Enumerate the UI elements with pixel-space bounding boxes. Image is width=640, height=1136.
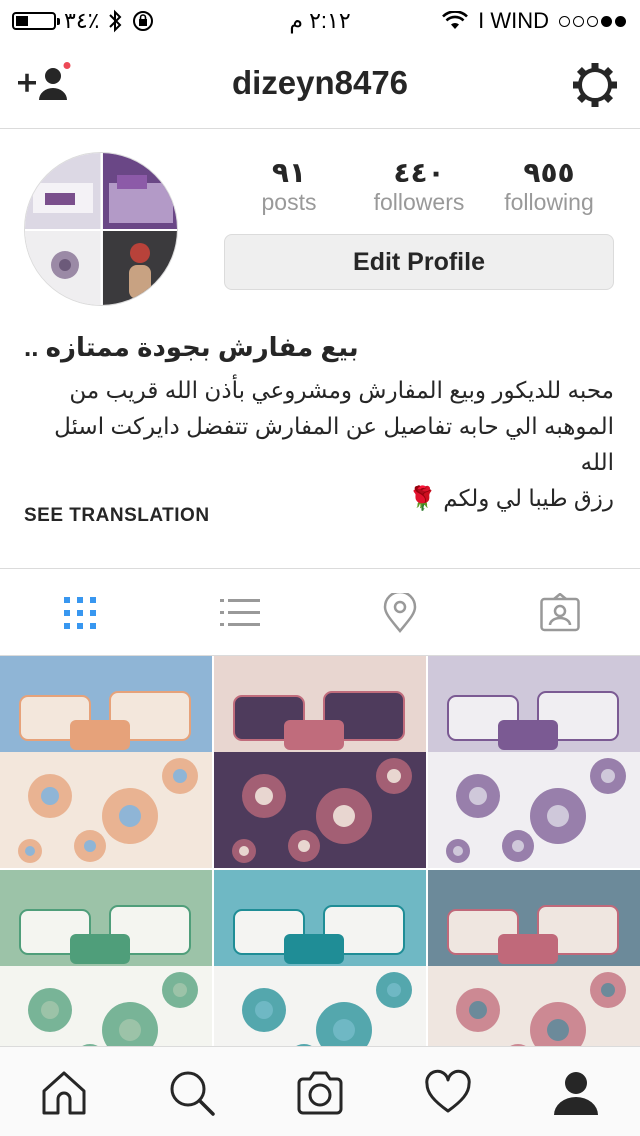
post-thumbnail[interactable]: [214, 656, 426, 868]
avatar[interactable]: [24, 152, 178, 306]
profile-tab[interactable]: [552, 1069, 600, 1117]
profile-person-icon: [554, 1072, 598, 1115]
bio-line: الموهبه الي حابه تفاصيل عن المفارش تتفضل…: [54, 413, 614, 475]
signal-strength-icon: [559, 15, 626, 27]
bio-line: محبه للديكور وبيع المفارش ومشروعي بأذن ا…: [69, 377, 614, 403]
tab-tagged[interactable]: [540, 593, 580, 633]
post-thumbnail[interactable]: [0, 870, 212, 1046]
tab-grid[interactable]: [60, 593, 100, 633]
bio-line: رزق طيبا لي ولكم: [443, 485, 614, 511]
status-right: I WIND: [442, 8, 626, 34]
post-thumbnail[interactable]: [428, 656, 640, 868]
posts-stat[interactable]: ٩١ posts: [224, 158, 354, 216]
signal-dot: [601, 15, 612, 27]
signal-dot: [559, 15, 570, 27]
rose-emoji: 🌹: [408, 485, 437, 511]
profile-username: dizeyn8476: [231, 64, 409, 101]
status-bar: ٣٤٪ ٢:١٢ م I WIND: [0, 0, 640, 40]
tab-list[interactable]: [220, 593, 260, 633]
post-image: [214, 656, 426, 868]
activity-tab[interactable]: [424, 1069, 472, 1117]
bottom-tab-bar: [0, 1046, 640, 1136]
top-nav-bar: dizeyn8476: [0, 40, 640, 129]
post-image: [0, 870, 212, 1046]
edit-profile-button[interactable]: Edit Profile: [224, 234, 614, 290]
search-tab[interactable]: [168, 1069, 216, 1117]
signal-dot: [587, 15, 598, 27]
posts-count: ٩١: [271, 157, 307, 188]
signal-dot: [615, 15, 626, 27]
home-icon: [42, 1071, 86, 1115]
settings-button[interactable]: [572, 62, 618, 108]
post-thumbnail[interactable]: [214, 870, 426, 1046]
post-thumbnail[interactable]: [428, 870, 640, 1046]
post-image: [428, 656, 640, 868]
tagged-person-icon: [540, 593, 580, 632]
posts-label: posts: [261, 189, 317, 215]
home-tab[interactable]: [40, 1069, 88, 1117]
followers-count: ٤٤٠: [393, 157, 445, 188]
camera-icon: [297, 1071, 343, 1115]
posts-grid: [0, 656, 640, 1046]
heart-icon: [425, 1069, 471, 1113]
see-translation-link[interactable]: SEE TRANSLATION: [24, 505, 210, 527]
list-icon: [220, 599, 260, 626]
followers-stat[interactable]: ٤٤٠ followers: [354, 158, 484, 216]
carrier-name: I WIND: [478, 8, 549, 33]
tab-location[interactable]: [380, 593, 420, 633]
gear-icon: [573, 63, 617, 107]
camera-tab[interactable]: [296, 1069, 344, 1117]
following-stat[interactable]: ٩٥٥ following: [484, 158, 614, 216]
post-image: [214, 870, 426, 1046]
bio-name: بيع مفارش بجودة ممتازه ..: [24, 332, 359, 362]
search-icon: [170, 1071, 215, 1116]
profile-stats: ٩١ posts ٤٤٠ followers ٩٥٥ following: [224, 158, 614, 218]
location-pin-icon: [383, 593, 417, 633]
bio-text: محبه للديكور وبيع المفارش ومشروعي بأذن ا…: [24, 372, 614, 516]
signal-dot: [573, 15, 584, 27]
post-image: [0, 656, 212, 868]
grid-icon: [64, 597, 96, 629]
post-thumbnail[interactable]: [0, 656, 212, 868]
following-label: following: [504, 189, 594, 215]
wifi-icon: [442, 11, 469, 31]
post-image: [428, 870, 640, 1046]
following-count: ٩٥٥: [523, 157, 575, 188]
avatar-image: [25, 153, 177, 305]
profile-tab-bar: [0, 568, 640, 656]
followers-label: followers: [373, 189, 465, 215]
